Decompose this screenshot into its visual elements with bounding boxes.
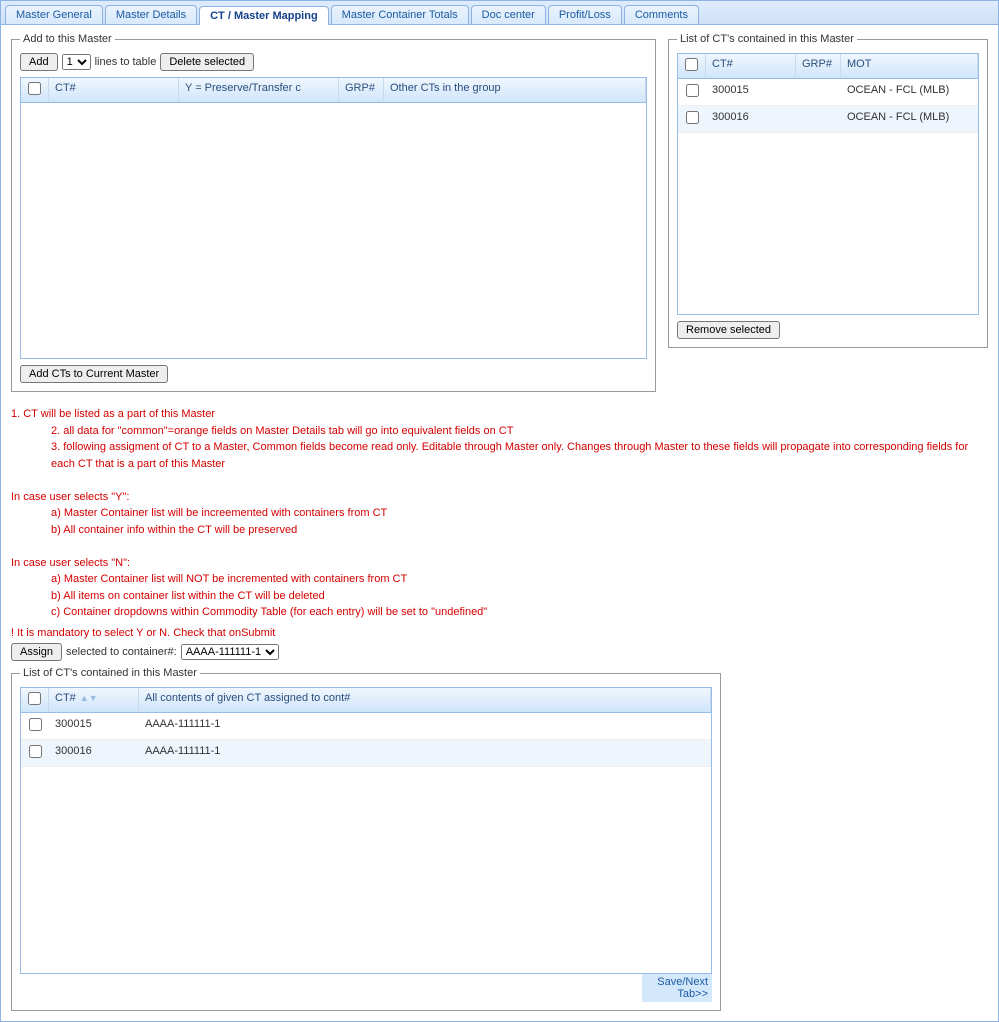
table-row[interactable]: 300015 OCEAN - FCL (MLB) <box>678 79 978 106</box>
add-grid-col-preserve[interactable]: Y = Preserve/Transfer c <box>179 78 339 102</box>
row-grp <box>796 109 841 129</box>
row-checkbox[interactable] <box>686 84 699 97</box>
note-mandatory: ! It is mandatory to select Y or N. Chec… <box>11 625 988 642</box>
note-2: 2. all data for "common"=orange fields o… <box>11 423 988 440</box>
add-grid-col-grp[interactable]: GRP# <box>339 78 384 102</box>
lines-select[interactable]: 1 <box>62 54 91 70</box>
bottom-list-legend: List of CT's contained in this Master <box>20 667 200 679</box>
add-to-master-panel: Add to this Master Add 1 lines to table … <box>11 33 656 392</box>
ct-list-legend: List of CT's contained in this Master <box>677 33 857 45</box>
ct-list-body: 300015 OCEAN - FCL (MLB) 300016 OCEAN - … <box>678 79 978 314</box>
remove-selected-button[interactable]: Remove selected <box>677 321 780 339</box>
tab-doc-center[interactable]: Doc center <box>471 5 546 24</box>
save-next-tab-link[interactable]: Save/Next Tab>> <box>642 974 712 1002</box>
tab-comments[interactable]: Comments <box>624 5 699 24</box>
bottom-col-assigned[interactable]: All contents of given CT assigned to con… <box>139 688 711 712</box>
add-button[interactable]: Add <box>20 53 58 71</box>
instruction-notes: 1. CT will be listed as a part of this M… <box>11 406 988 641</box>
row-grp <box>796 82 841 102</box>
row-mot: OCEAN - FCL (MLB) <box>841 82 978 102</box>
row-mot: OCEAN - FCL (MLB) <box>841 109 978 129</box>
note-n-a: a) Master Container list will NOT be inc… <box>11 571 988 588</box>
tab-bar: Master General Master Details CT / Maste… <box>1 1 998 25</box>
note-3: 3. following assigment of CT to a Master… <box>11 439 988 472</box>
row-assigned: AAAA-111111-1 <box>139 716 711 736</box>
bottom-grid: CT#▲▼ All contents of given CT assigned … <box>20 687 712 974</box>
assign-label: selected to container#: <box>66 646 177 658</box>
assign-container-select[interactable]: AAAA-111111-1 <box>181 644 279 660</box>
row-ct: 300016 <box>49 743 139 763</box>
add-grid-body <box>21 103 646 358</box>
row-checkbox[interactable] <box>29 745 42 758</box>
note-y-a: a) Master Container list will be increem… <box>11 505 988 522</box>
ct-list-col-ct[interactable]: CT# <box>706 54 796 78</box>
assign-button[interactable]: Assign <box>11 643 62 661</box>
note-n-c: c) Container dropdowns within Commodity … <box>11 604 988 621</box>
bottom-ct-list-panel: List of CT's contained in this Master CT… <box>11 667 721 1011</box>
add-cts-button[interactable]: Add CTs to Current Master <box>20 365 168 383</box>
sort-icon: ▲▼ <box>80 693 98 703</box>
ct-list-grid: CT# GRP# MOT 300015 OCEAN - FCL (MLB) <box>677 53 979 315</box>
ct-list-select-all[interactable] <box>685 58 698 71</box>
add-grid: CT# Y = Preserve/Transfer c GRP# Other C… <box>20 77 647 359</box>
tab-master-general[interactable]: Master General <box>5 5 103 24</box>
add-grid-col-other[interactable]: Other CTs in the group <box>384 78 646 102</box>
bottom-grid-body: 300015 AAAA-111111-1 300016 AAAA-111111-… <box>21 713 711 973</box>
add-grid-col-ct[interactable]: CT# <box>49 78 179 102</box>
ct-list-col-grp[interactable]: GRP# <box>796 54 841 78</box>
note-y-b: b) All container info within the CT will… <box>11 522 988 539</box>
table-row[interactable]: 300015 AAAA-111111-1 <box>21 713 711 740</box>
tab-profit-loss[interactable]: Profit/Loss <box>548 5 622 24</box>
bottom-col-ct[interactable]: CT#▲▼ <box>49 688 139 712</box>
row-checkbox[interactable] <box>29 718 42 731</box>
note-1: 1. CT will be listed as a part of this M… <box>11 408 215 420</box>
delete-selected-button[interactable]: Delete selected <box>160 53 254 71</box>
note-y-head: In case user selects "Y": <box>11 491 129 503</box>
row-assigned: AAAA-111111-1 <box>139 743 711 763</box>
note-n-head: In case user selects "N": <box>11 557 130 569</box>
row-ct: 300015 <box>706 82 796 102</box>
row-ct: 300016 <box>706 109 796 129</box>
table-row[interactable]: 300016 AAAA-111111-1 <box>21 740 711 767</box>
lines-label: lines to table <box>95 56 157 68</box>
note-n-b: b) All items on container list within th… <box>11 588 988 605</box>
tab-ct-master-mapping[interactable]: CT / Master Mapping <box>199 6 329 25</box>
add-panel-legend: Add to this Master <box>20 33 115 45</box>
row-checkbox[interactable] <box>686 111 699 124</box>
add-grid-select-all[interactable] <box>28 82 41 95</box>
ct-list-panel: List of CT's contained in this Master CT… <box>668 33 988 348</box>
ct-list-col-mot[interactable]: MOT <box>841 54 978 78</box>
bottom-select-all[interactable] <box>28 692 41 705</box>
tab-master-container-totals[interactable]: Master Container Totals <box>331 5 469 24</box>
row-ct: 300015 <box>49 716 139 736</box>
tab-master-details[interactable]: Master Details <box>105 5 197 24</box>
table-row[interactable]: 300016 OCEAN - FCL (MLB) <box>678 106 978 133</box>
